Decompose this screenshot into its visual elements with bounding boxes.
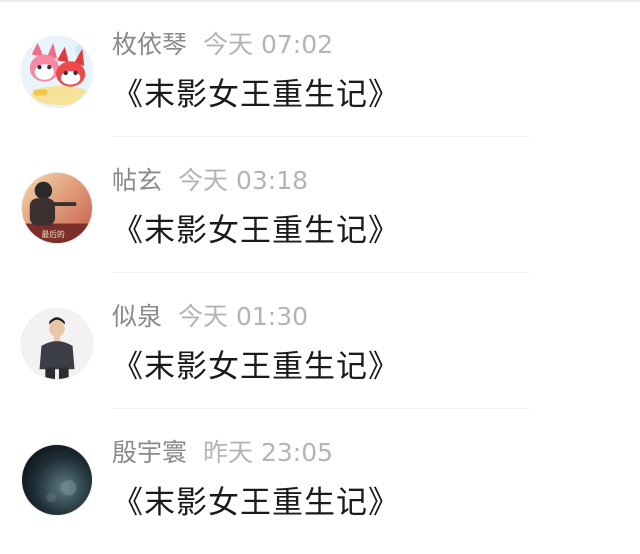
author-name[interactable]: 帖玄 <box>112 166 162 195</box>
comment-text: 《末影女王重生记》 <box>112 349 400 385</box>
dark-sky-icon <box>22 445 92 515</box>
comment-meta: 帖玄 今天 03:18 <box>112 164 308 198</box>
person-sweater-icon <box>22 309 92 379</box>
avatar-overlay-text: 最后的 <box>41 229 65 239</box>
comment-time: 昨天 23:05 <box>203 438 334 467</box>
comment-item: 似泉 今天 01:30 《末影女王重生记》 <box>0 298 640 418</box>
comment-meta: 殷宇寰 昨天 23:05 <box>112 436 333 470</box>
comment-divider <box>112 136 530 137</box>
top-divider <box>0 0 640 2</box>
comment-time: 今天 07:02 <box>203 30 334 59</box>
user-avatar[interactable] <box>21 444 93 516</box>
comment-text: 《末影女王重生记》 <box>112 77 400 113</box>
user-avatar[interactable] <box>21 36 93 108</box>
author-name[interactable]: 似泉 <box>112 302 162 331</box>
comment-item: 枚依琴 今天 07:02 《末影女王重生记》 <box>0 26 640 146</box>
comment-item: 最后的 帖玄 今天 03:18 《末影女王重生记》 <box>0 162 640 282</box>
comment-meta: 似泉 今天 01:30 <box>112 300 308 334</box>
user-avatar[interactable]: 最后的 <box>21 172 93 244</box>
comment-divider <box>112 272 530 273</box>
comment-text: 《末影女王重生记》 <box>112 485 400 521</box>
comment-time: 今天 03:18 <box>178 166 309 195</box>
comment-time: 今天 01:30 <box>178 302 309 331</box>
person-sunset-icon: 最后的 <box>22 173 92 243</box>
comment-text: 《末影女王重生记》 <box>112 213 400 249</box>
comment-divider <box>112 408 530 409</box>
comment-item: 殷宇寰 昨天 23:05 《末影女王重生记》 <box>0 434 640 554</box>
comment-meta: 枚依琴 今天 07:02 <box>112 28 333 62</box>
cartoon-foxes-icon <box>22 37 92 107</box>
author-name[interactable]: 枚依琴 <box>112 30 187 59</box>
author-name[interactable]: 殷宇寰 <box>112 438 187 467</box>
user-avatar[interactable] <box>21 308 93 380</box>
